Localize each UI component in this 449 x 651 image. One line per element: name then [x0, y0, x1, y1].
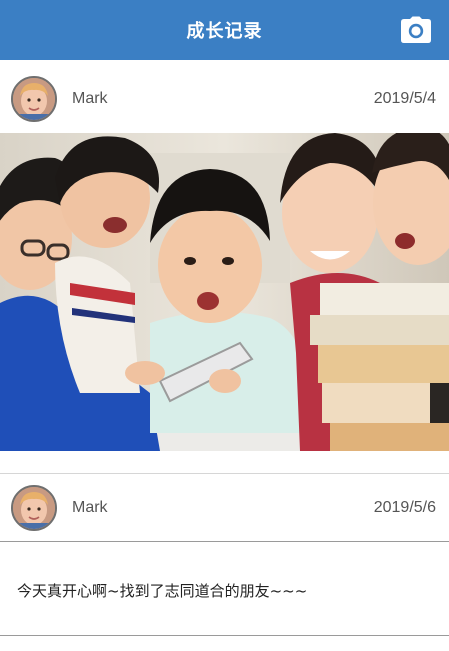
app-header: 成长记录	[0, 0, 449, 60]
user-avatar[interactable]	[11, 76, 57, 122]
post-date: 2019/5/6	[373, 499, 436, 516]
user-avatar[interactable]	[11, 485, 57, 531]
child-avatar-icon	[13, 487, 55, 529]
post-author[interactable]: Mark	[72, 90, 108, 108]
post-photo[interactable]	[0, 133, 449, 451]
post-date: 2019/5/4	[373, 90, 436, 107]
post-text: 今天真开心啊~找到了志同道合的朋友~~~	[17, 582, 308, 600]
post-header: Mark 2019/5/4	[0, 61, 449, 137]
growth-record-app: 成长记录 Mark 2019/5/4 Mark 2019/5/6 今天真开心啊~…	[0, 0, 449, 651]
children-with-tablet-image	[0, 133, 449, 451]
page-title: 成长记录	[186, 21, 263, 42]
camera-icon	[401, 16, 431, 43]
post-divider	[0, 541, 449, 542]
child-avatar-icon	[13, 78, 55, 120]
post-author[interactable]: Mark	[72, 499, 108, 517]
post-header: Mark 2019/5/6	[0, 470, 449, 546]
camera-button[interactable]	[399, 13, 433, 47]
post-divider	[0, 635, 449, 636]
